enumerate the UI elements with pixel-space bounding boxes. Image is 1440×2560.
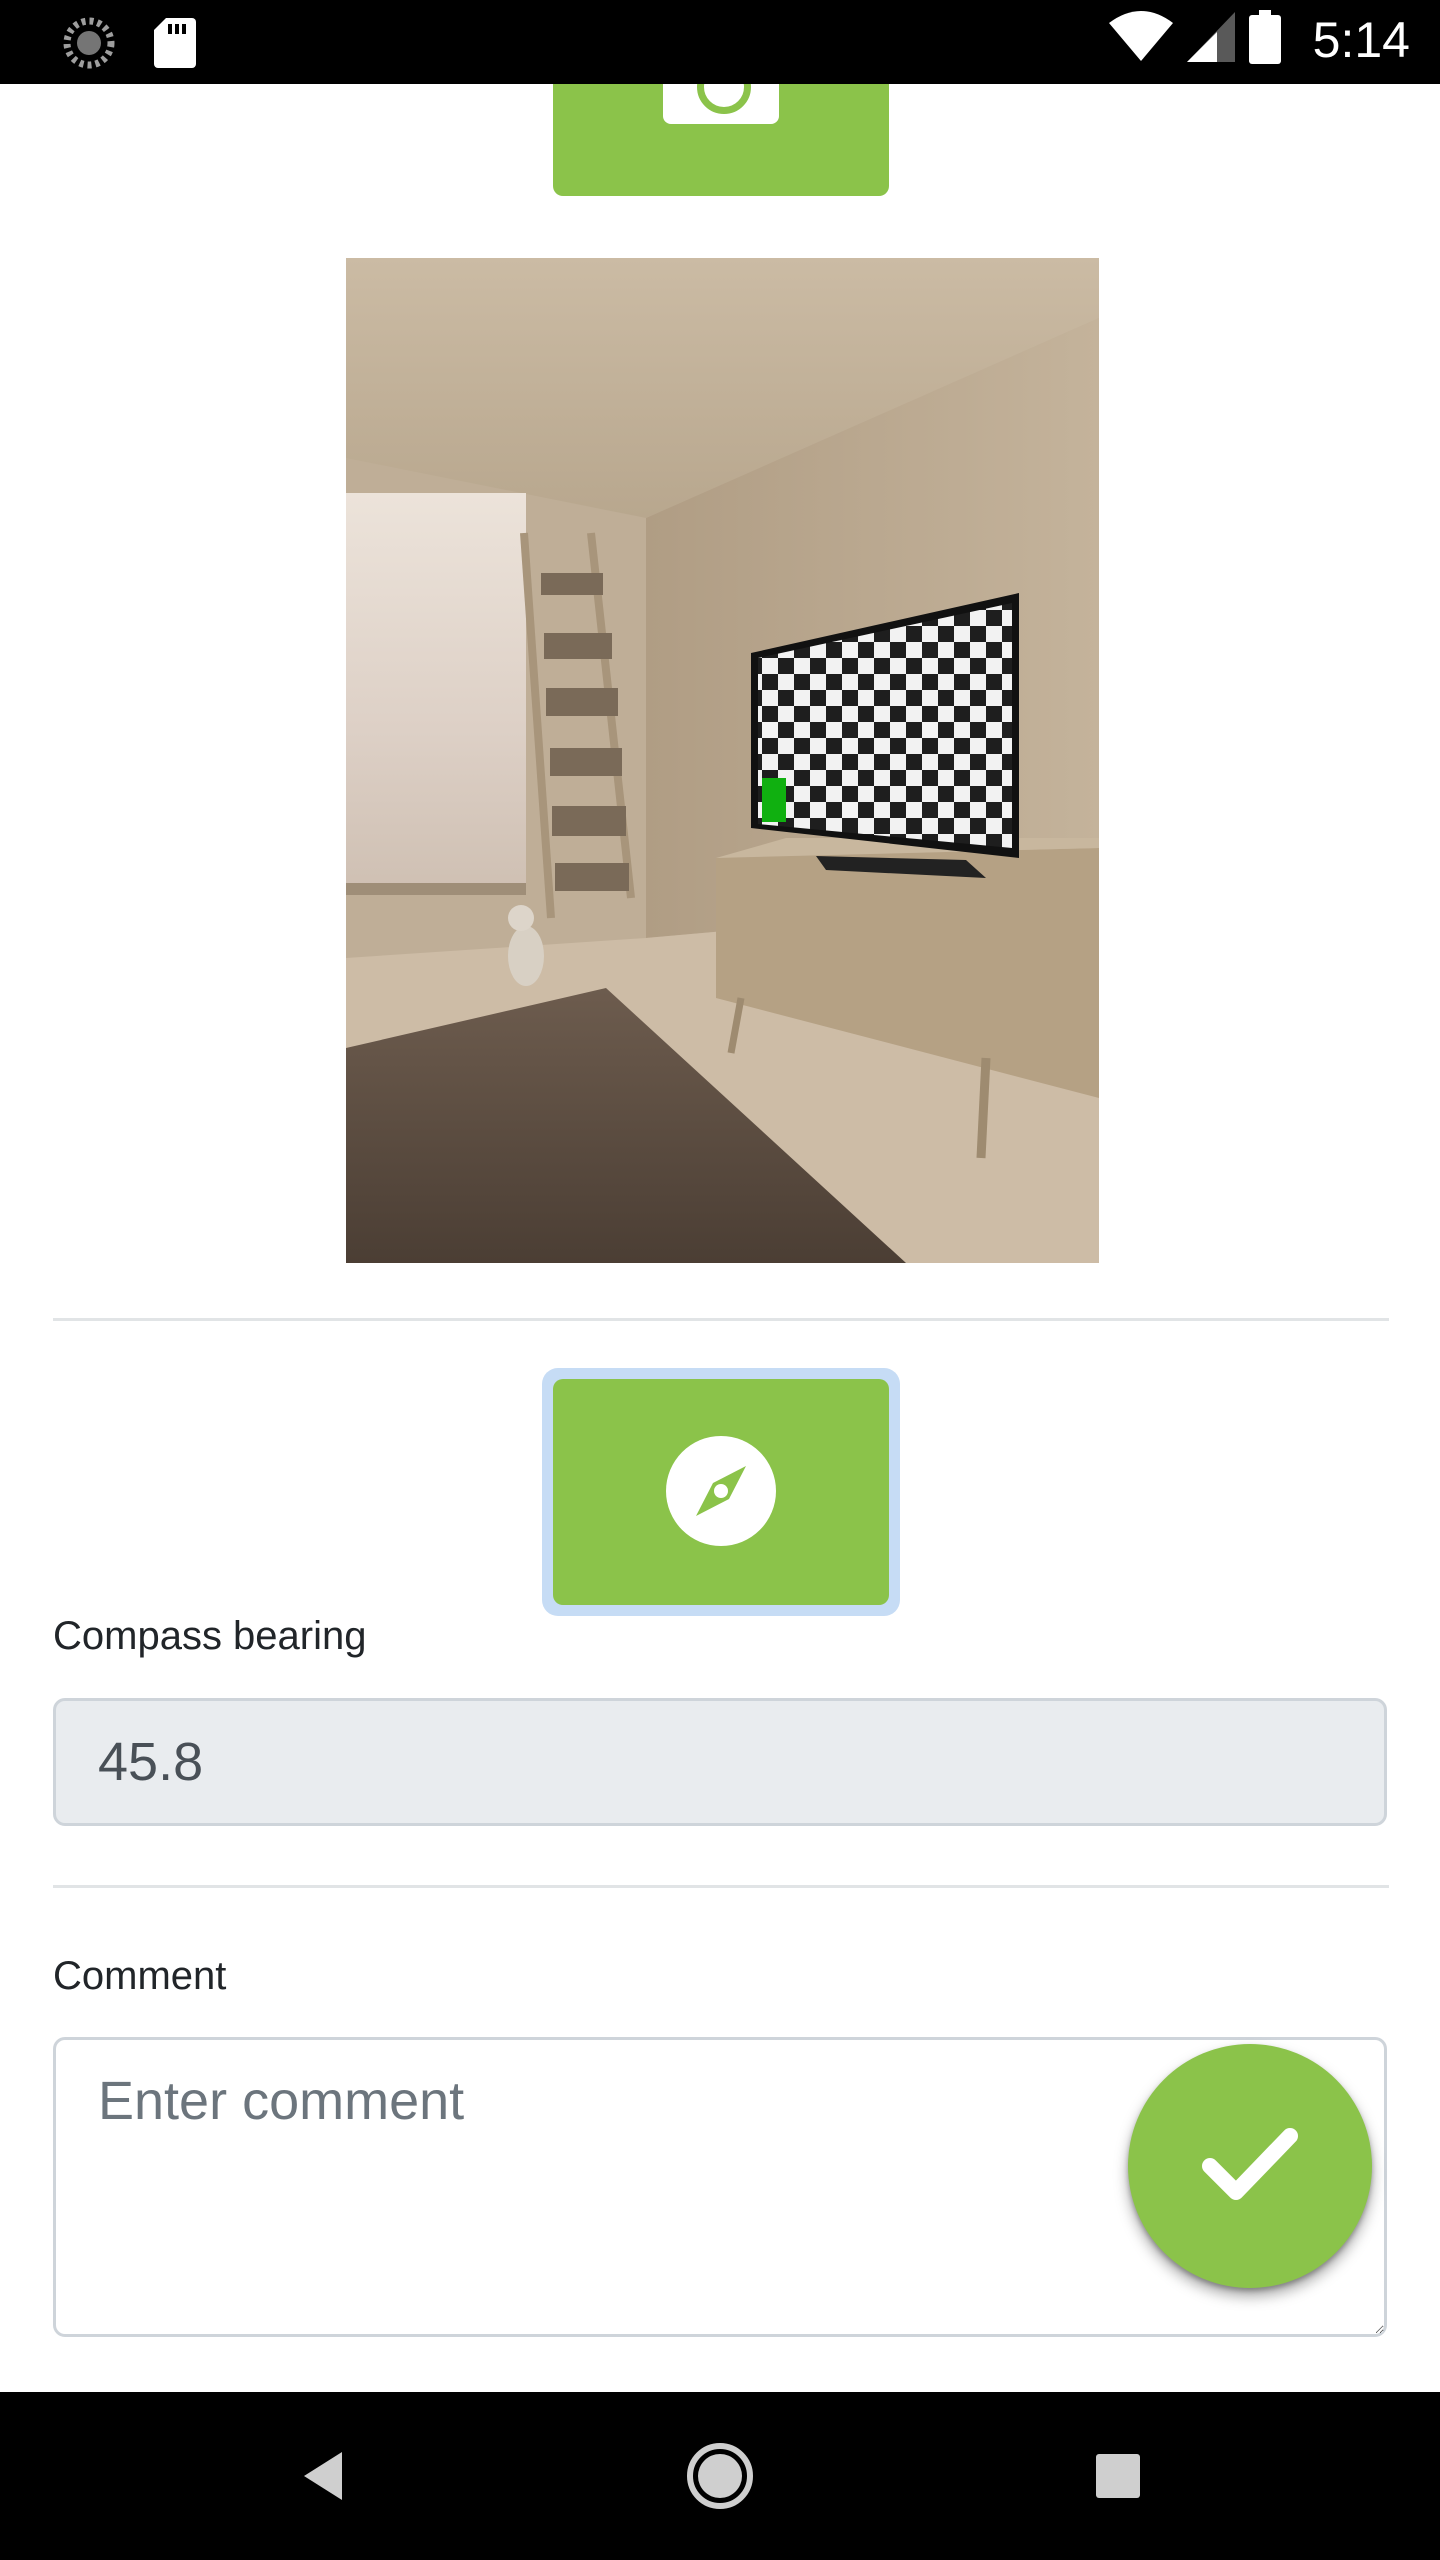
camera-icon — [663, 84, 779, 124]
recents-icon — [1096, 2454, 1140, 2498]
battery-icon — [1248, 10, 1281, 69]
compass-bearing-field[interactable] — [53, 1698, 1387, 1826]
loading-icon — [62, 16, 116, 75]
sd-card-icon — [154, 18, 196, 73]
recents-button[interactable] — [1034, 2392, 1202, 2560]
confirm-fab-button[interactable] — [1128, 2044, 1372, 2288]
signal-icon — [1186, 12, 1235, 67]
compass-icon — [666, 1436, 776, 1546]
home-button[interactable] — [636, 2392, 804, 2560]
status-bar: 5:14 — [0, 0, 1440, 84]
capture-photo-button[interactable] — [553, 84, 889, 196]
compass-bearing-label: Compass bearing — [53, 1614, 367, 1658]
divider — [53, 1885, 1389, 1888]
back-icon — [304, 2452, 342, 2500]
divider — [53, 1318, 1389, 1321]
status-time: 5:14 — [1312, 11, 1410, 68]
navigation-bar — [0, 2392, 1440, 2560]
compass-button[interactable] — [553, 1379, 889, 1605]
captured-photo — [346, 258, 1099, 1263]
checkmark-icon — [1202, 2128, 1298, 2200]
wifi-icon — [1108, 11, 1173, 68]
comment-label: Comment — [53, 1954, 227, 1998]
home-icon — [687, 2443, 753, 2509]
back-button[interactable] — [238, 2392, 406, 2560]
